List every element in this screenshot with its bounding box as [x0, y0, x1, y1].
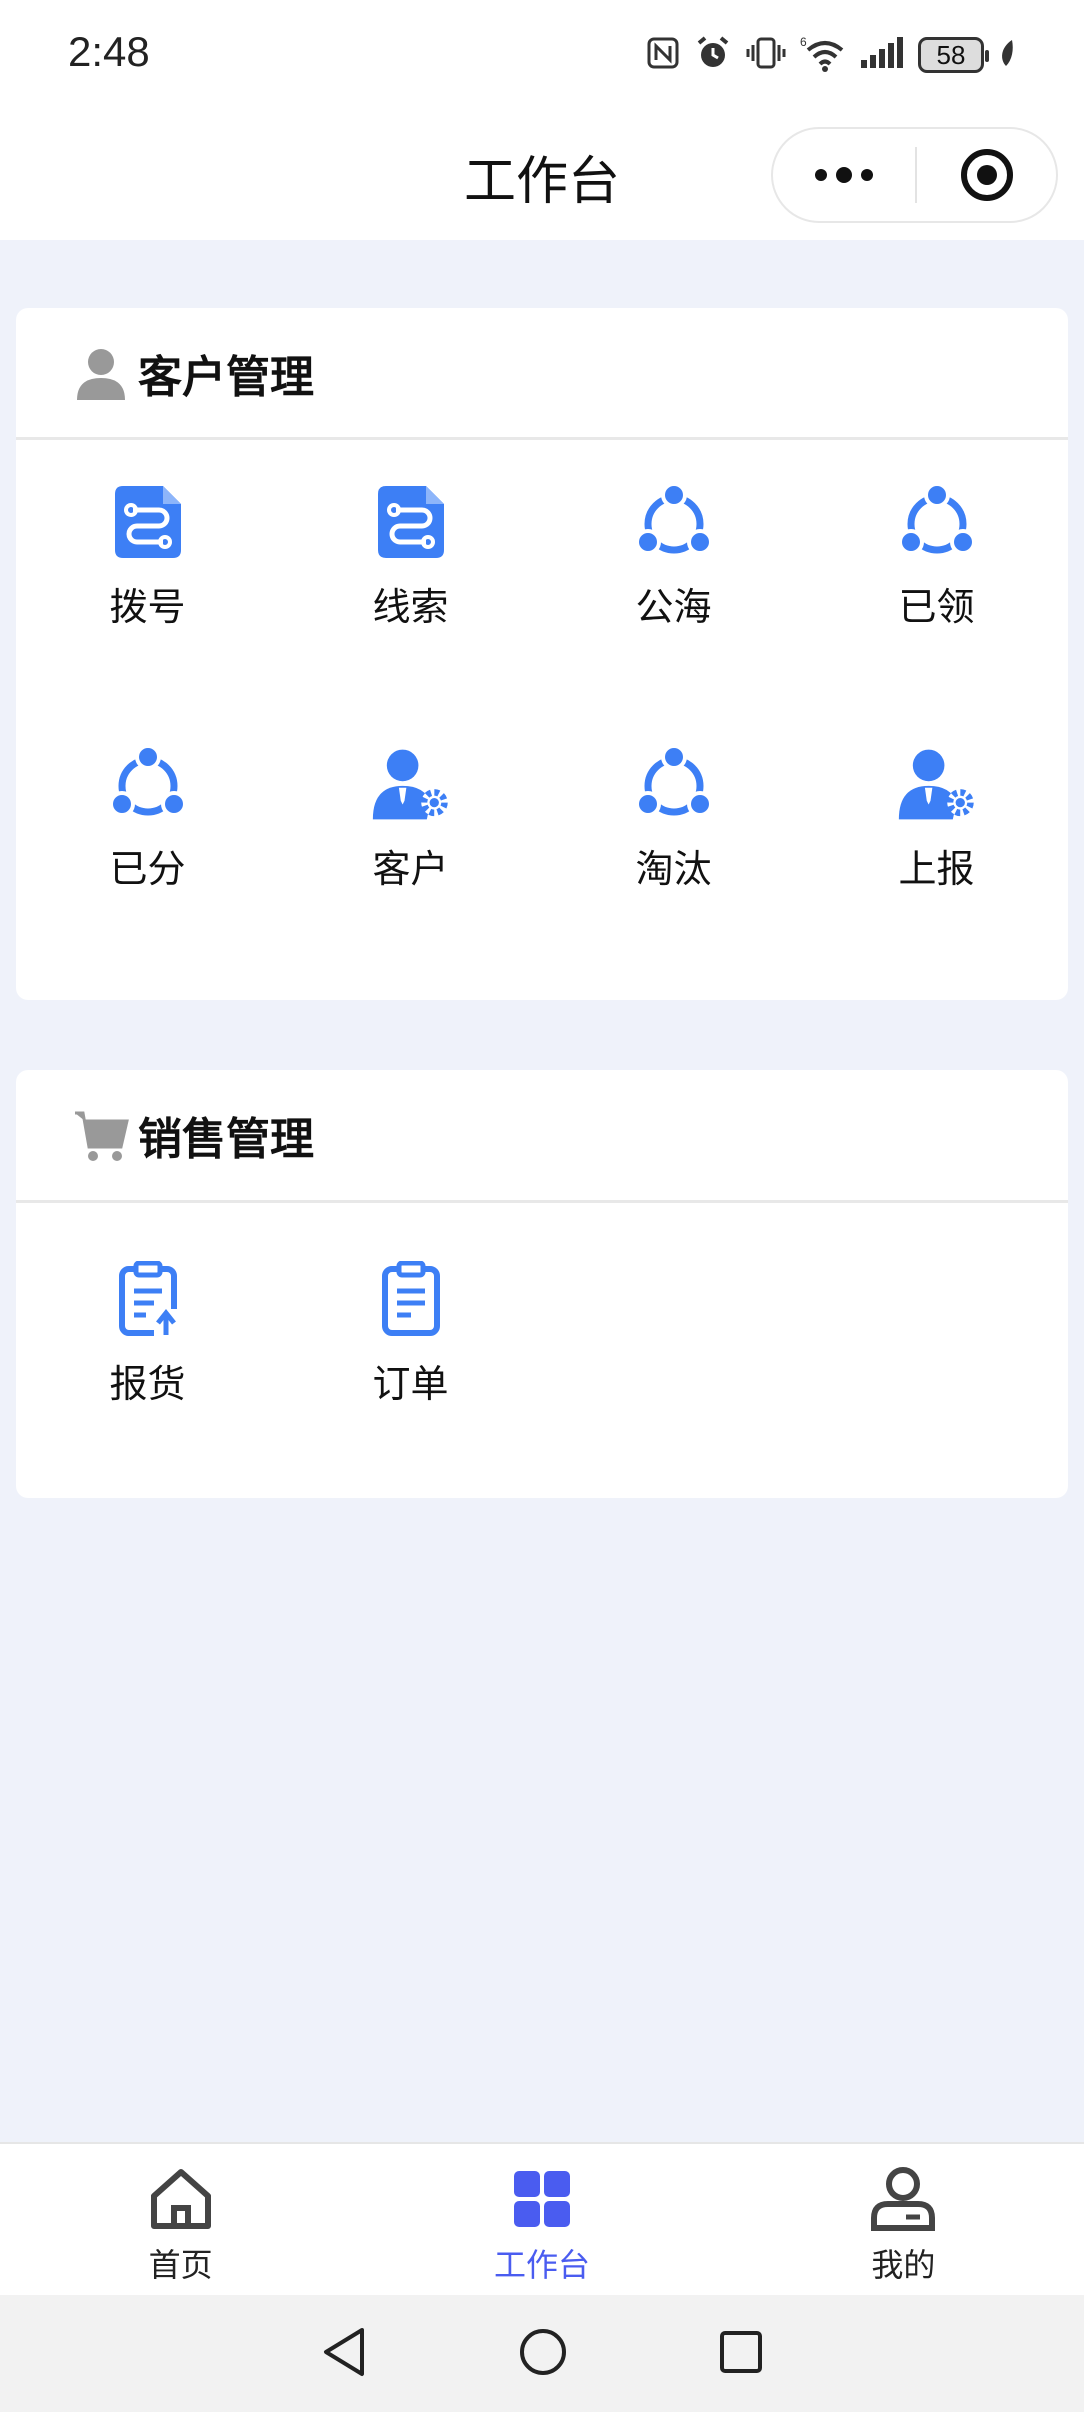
close-mini-program-button[interactable] — [917, 129, 1056, 221]
shopping-cart-icon — [72, 1106, 130, 1164]
nfc-icon — [646, 36, 680, 74]
home-button[interactable] — [518, 2327, 568, 2381]
menu-item-goods-report[interactable]: 报货 — [16, 1259, 279, 1521]
menu-item-label: 已领 — [898, 585, 975, 629]
system-navigation-bar — [0, 2295, 1084, 2412]
alarm-icon — [694, 34, 732, 76]
home-icon — [146, 2164, 216, 2234]
profile-icon — [868, 2164, 938, 2234]
customer-management-card: 客户管理 拨号 线索 公海 已领 已分 客户 淘汰 上报 — [16, 308, 1068, 1000]
signal-icon — [860, 36, 904, 74]
share-nodes-icon — [634, 482, 714, 562]
network-label: 6 — [800, 35, 807, 49]
menu-item-label: 淘汰 — [635, 847, 712, 891]
menu-item-leads[interactable]: 线索 — [279, 482, 542, 744]
menu-item-report[interactable]: 上报 — [805, 744, 1068, 1006]
more-dots-icon — [815, 167, 873, 183]
menu-item-label: 客户 — [372, 847, 449, 891]
mini-program-capsule — [771, 127, 1058, 223]
menu-item-label: 上报 — [898, 847, 975, 891]
vibrate-icon — [746, 35, 786, 75]
sales-menu-grid: 报货 订单 — [16, 1203, 1068, 1521]
menu-item-label: 公海 — [635, 585, 712, 629]
menu-item-label: 报货 — [109, 1362, 186, 1406]
recents-button[interactable] — [718, 2329, 764, 2379]
navigation-bar: 工作台 — [0, 115, 1084, 240]
user-gear-icon — [371, 744, 451, 824]
menu-item-eliminated[interactable]: 淘汰 — [542, 744, 805, 1006]
share-nodes-icon — [897, 482, 977, 562]
tab-workbench[interactable]: 工作台 — [361, 2144, 722, 2295]
clipboard-upload-icon — [108, 1259, 188, 1339]
leaf-icon — [998, 38, 1016, 72]
recents-square-icon — [720, 2330, 762, 2373]
customer-menu-grid: 拨号 线索 公海 已领 已分 客户 淘汰 上报 — [16, 440, 1068, 1006]
status-icons: 6 58 — [646, 30, 1016, 80]
tab-label: 我的 — [871, 2246, 936, 2284]
user-gear-icon — [897, 744, 977, 824]
home-circle-icon — [520, 2328, 566, 2375]
tab-label: 工作台 — [493, 2246, 590, 2284]
status-time: 2:48 — [68, 28, 150, 75]
menu-item-claimed[interactable]: 已领 — [805, 482, 1068, 744]
section-title: 客户管理 — [138, 351, 314, 403]
menu-item-label: 已分 — [109, 847, 186, 891]
clipboard-icon — [371, 1259, 451, 1339]
sales-management-header: 销售管理 — [16, 1070, 1068, 1203]
route-doc-icon — [371, 482, 451, 562]
tab-label: 首页 — [148, 2246, 213, 2284]
tab-bar: 首页 工作台 我的 — [0, 2142, 1084, 2295]
route-doc-icon — [108, 482, 188, 562]
person-icon — [72, 344, 130, 402]
tab-home[interactable]: 首页 — [0, 2144, 361, 2295]
menu-item-assigned[interactable]: 已分 — [16, 744, 279, 1006]
customer-management-header: 客户管理 — [16, 308, 1068, 440]
section-title: 销售管理 — [138, 1114, 314, 1165]
back-button[interactable] — [320, 2326, 368, 2382]
wifi-icon: 6 — [800, 34, 846, 76]
grid-icon — [507, 2164, 577, 2234]
back-triangle-icon — [324, 2327, 364, 2376]
status-bar: 2:48 6 58 — [0, 0, 1084, 115]
menu-item-customers[interactable]: 客户 — [279, 744, 542, 1006]
share-nodes-icon — [108, 744, 188, 824]
tab-mine[interactable]: 我的 — [723, 2144, 1084, 2295]
menu-item-public-pool[interactable]: 公海 — [542, 482, 805, 744]
menu-item-orders[interactable]: 订单 — [279, 1259, 542, 1521]
target-icon — [960, 149, 1013, 201]
battery-indicator: 58 — [918, 37, 989, 73]
menu-item-label: 线索 — [372, 585, 449, 629]
menu-item-label: 订单 — [372, 1362, 449, 1406]
share-nodes-icon — [634, 744, 714, 824]
more-button[interactable] — [773, 129, 915, 221]
sales-management-card: 销售管理 报货 订单 — [16, 1070, 1068, 1498]
menu-item-dial[interactable]: 拨号 — [16, 482, 279, 744]
menu-item-label: 拨号 — [109, 585, 186, 629]
